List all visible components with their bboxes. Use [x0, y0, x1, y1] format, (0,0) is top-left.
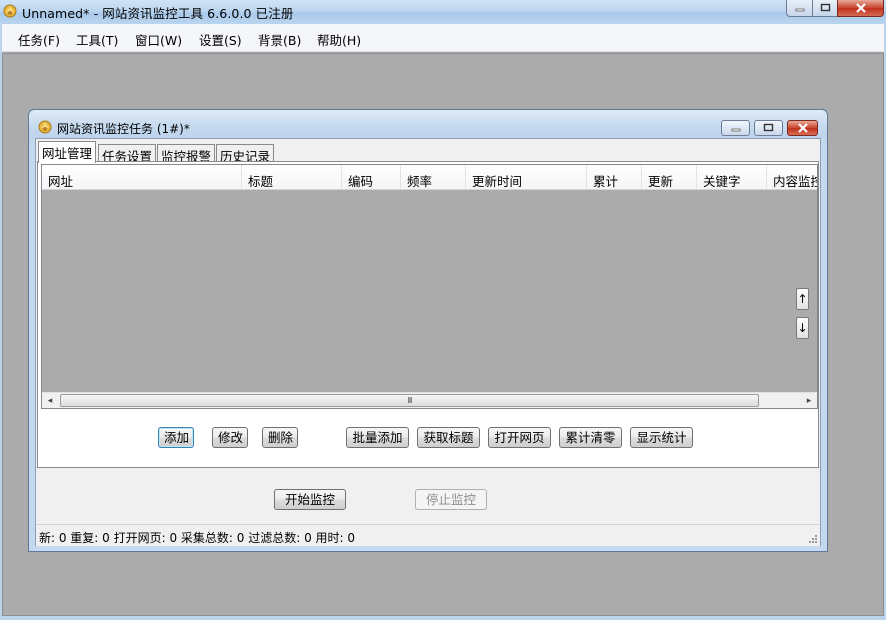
start-monitor-button[interactable]: 开始监控	[274, 489, 346, 510]
menu-window[interactable]: 窗口(W)	[133, 30, 184, 49]
app-logo-icon	[3, 4, 17, 18]
close-icon	[797, 123, 808, 133]
fetch-title-button[interactable]: 获取标题	[417, 427, 480, 448]
maximize-icon	[763, 123, 774, 132]
status-bar: 新: 0 重复: 0 打开网页: 0 采集总数: 0 过滤总数: 0 用时: 0	[36, 524, 820, 546]
column-header-count[interactable]: 累计	[587, 165, 642, 189]
task-window-titlebar[interactable]: 网站资讯监控任务 (1#)*	[29, 110, 827, 138]
tab-monitor-alarm[interactable]: 监控报警	[157, 144, 216, 164]
arrow-down-icon: ↓	[797, 321, 808, 335]
url-list[interactable]: 网址 标题 编码 频率 更新时间 累计 更新 关键字 内容监控 ↑ ↓ ◂ II…	[41, 164, 818, 409]
menu-tools[interactable]: 工具(T)	[74, 30, 120, 49]
task-minimize-button[interactable]	[721, 120, 750, 136]
scroll-right-icon[interactable]: ▸	[801, 395, 817, 407]
horizontal-scrollbar[interactable]: ◂ III ▸	[42, 392, 817, 408]
menu-task[interactable]: 任务(F)	[16, 30, 62, 49]
column-header-url[interactable]: 网址	[42, 165, 242, 189]
menu-settings[interactable]: 设置(S)	[197, 30, 244, 49]
tab-history[interactable]: 历史记录	[216, 144, 275, 164]
move-up-button[interactable]: ↑	[796, 288, 809, 310]
task-close-button[interactable]	[787, 120, 818, 136]
move-down-button[interactable]: ↓	[796, 317, 809, 339]
menu-bar: 任务(F) 工具(T) 窗口(W) 设置(S) 背景(B) 帮助(H)	[0, 24, 886, 52]
column-header-title[interactable]: 标题	[242, 165, 342, 189]
minimize-icon	[731, 128, 740, 132]
task-window: 网站资讯监控任务 (1#)* 网址管理 任务设置 监控报警 历史记录 网址 标题…	[28, 109, 828, 552]
column-header-encoding[interactable]: 编码	[342, 165, 401, 189]
window-frame-bottom	[0, 616, 886, 620]
reset-count-button[interactable]: 累计清零	[559, 427, 622, 448]
close-button[interactable]	[837, 0, 884, 17]
open-page-button[interactable]: 打开网页	[488, 427, 551, 448]
column-header-keyword[interactable]: 关键字	[697, 165, 767, 189]
menu-background[interactable]: 背景(B)	[256, 30, 303, 49]
task-window-logo-icon	[38, 120, 52, 134]
url-list-header: 网址 标题 编码 频率 更新时间 累计 更新 关键字 内容监控	[42, 165, 817, 190]
app-title: Unnamed* - 网站资讯监控工具 6.6.0.0 已注册	[22, 6, 294, 21]
column-header-content-monitor[interactable]: 内容监控	[767, 165, 817, 189]
resize-grip-icon[interactable]	[808, 534, 818, 544]
minimize-button[interactable]	[786, 0, 813, 17]
close-icon	[855, 3, 866, 13]
task-window-body: 网址管理 任务设置 监控报警 历史记录 网址 标题 编码 频率 更新时间 累计 …	[35, 138, 821, 546]
minimize-icon	[795, 8, 804, 12]
maximize-button[interactable]	[812, 0, 838, 17]
column-header-update-time[interactable]: 更新时间	[466, 165, 587, 189]
column-header-updated[interactable]: 更新	[642, 165, 697, 189]
task-maximize-button[interactable]	[754, 120, 783, 136]
show-stats-button[interactable]: 显示统计	[630, 427, 693, 448]
status-text: 新: 0 重复: 0 打开网页: 0 采集总数: 0 过滤总数: 0 用时: 0	[39, 531, 356, 545]
restore-icon	[820, 3, 830, 12]
column-header-frequency[interactable]: 频率	[401, 165, 466, 189]
tab-url-management[interactable]: 网址管理	[38, 141, 97, 163]
url-management-panel: 网址 标题 编码 频率 更新时间 累计 更新 关键字 内容监控 ↑ ↓ ◂ II…	[37, 161, 819, 468]
task-window-title: 网站资讯监控任务 (1#)*	[57, 122, 190, 136]
add-button[interactable]: 添加	[158, 427, 194, 448]
delete-button[interactable]: 删除	[262, 427, 298, 448]
tab-task-settings[interactable]: 任务设置	[98, 144, 157, 164]
scroll-left-icon[interactable]: ◂	[42, 395, 58, 407]
menu-help[interactable]: 帮助(H)	[315, 30, 363, 49]
scroll-thumb[interactable]: III	[60, 394, 759, 407]
edit-button[interactable]: 修改	[212, 427, 248, 448]
app-titlebar: Unnamed* - 网站资讯监控工具 6.6.0.0 已注册	[0, 0, 886, 24]
arrow-up-icon: ↑	[797, 292, 808, 306]
stop-monitor-button: 停止监控	[415, 489, 487, 510]
batch-add-button[interactable]: 批量添加	[346, 427, 409, 448]
